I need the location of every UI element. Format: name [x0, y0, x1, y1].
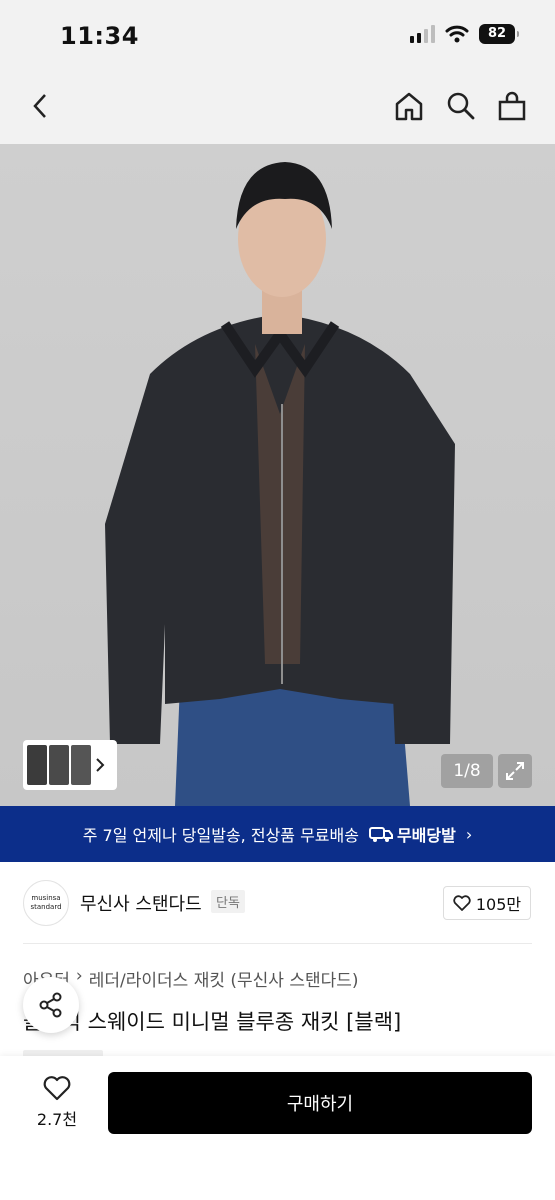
thumbnail-strip[interactable] [23, 740, 117, 790]
search-button[interactable] [441, 86, 481, 126]
divider [23, 943, 532, 944]
chevron-right-icon: › [465, 824, 473, 844]
back-icon [33, 94, 46, 118]
wishlist-button[interactable]: 2.7천 [20, 1074, 94, 1134]
breadcrumb-separator: › [75, 966, 83, 986]
heart-icon [43, 1076, 71, 1101]
wifi-icon [445, 25, 469, 43]
chevron-right-icon [96, 758, 105, 772]
top-nav [0, 70, 555, 144]
cart-button[interactable] [492, 86, 532, 126]
home-button[interactable] [389, 86, 429, 126]
promo-tag-label: 무배당발 [396, 826, 456, 845]
brand-name[interactable]: 무신사 스탠다드 [80, 890, 202, 916]
brand-logo[interactable]: musinsa standard [23, 880, 69, 926]
thumbnail[interactable] [71, 745, 91, 785]
expand-icon [506, 762, 524, 780]
back-button[interactable] [20, 86, 60, 126]
brand-logo-line2: standard [30, 903, 62, 911]
wishlist-count: 2.7천 [36, 1110, 78, 1129]
breadcrumb-item[interactable]: 레더/라이더스 재킷 (무신사 스탠다드) [89, 966, 359, 991]
exclusive-badge: 단독 [211, 890, 245, 913]
bottom-action-bar: 2.7천 구매하기 [0, 1056, 555, 1200]
promo-tag: 무배당발 [368, 822, 456, 846]
product-image[interactable]: 1/8 [0, 144, 555, 806]
page-counter: 1/8 [441, 754, 493, 788]
buy-button[interactable]: 구매하기 [108, 1072, 532, 1134]
brand-like-button[interactable]: 105만 [443, 886, 531, 920]
signal-icon [410, 25, 435, 43]
brand-like-count: 105만 [475, 895, 522, 914]
delivery-icon [368, 827, 393, 842]
brand-row: musinsa standard 무신사 스탠다드 단독 105만 [0, 862, 555, 944]
thumbnail[interactable] [27, 745, 47, 785]
status-icons: 82 [410, 24, 519, 44]
product-title: 클래식 스웨이드 미니멀 블루종 재킷 [블랙] [23, 1010, 402, 1034]
free-shipping-banner[interactable]: 주 7일 언제나 당일발송, 전상품 무료배송 무배당발 › [0, 806, 555, 862]
status-time: 11:34 [60, 22, 139, 50]
promo-text: 주 7일 언제나 당일발송, 전상품 무료배송 [82, 826, 359, 845]
battery-indicator: 82 [479, 24, 519, 44]
status-bar: 11:34 82 [0, 0, 555, 70]
share-button[interactable] [23, 977, 79, 1033]
search-icon [447, 92, 475, 120]
home-icon [395, 92, 423, 121]
thumbnail[interactable] [49, 745, 69, 785]
expand-button[interactable] [498, 754, 532, 788]
share-icon [39, 992, 62, 1018]
cart-icon [498, 91, 526, 121]
model-illustration [105, 162, 455, 806]
brand-logo-line1: musinsa [31, 894, 61, 902]
heart-icon [453, 895, 471, 911]
